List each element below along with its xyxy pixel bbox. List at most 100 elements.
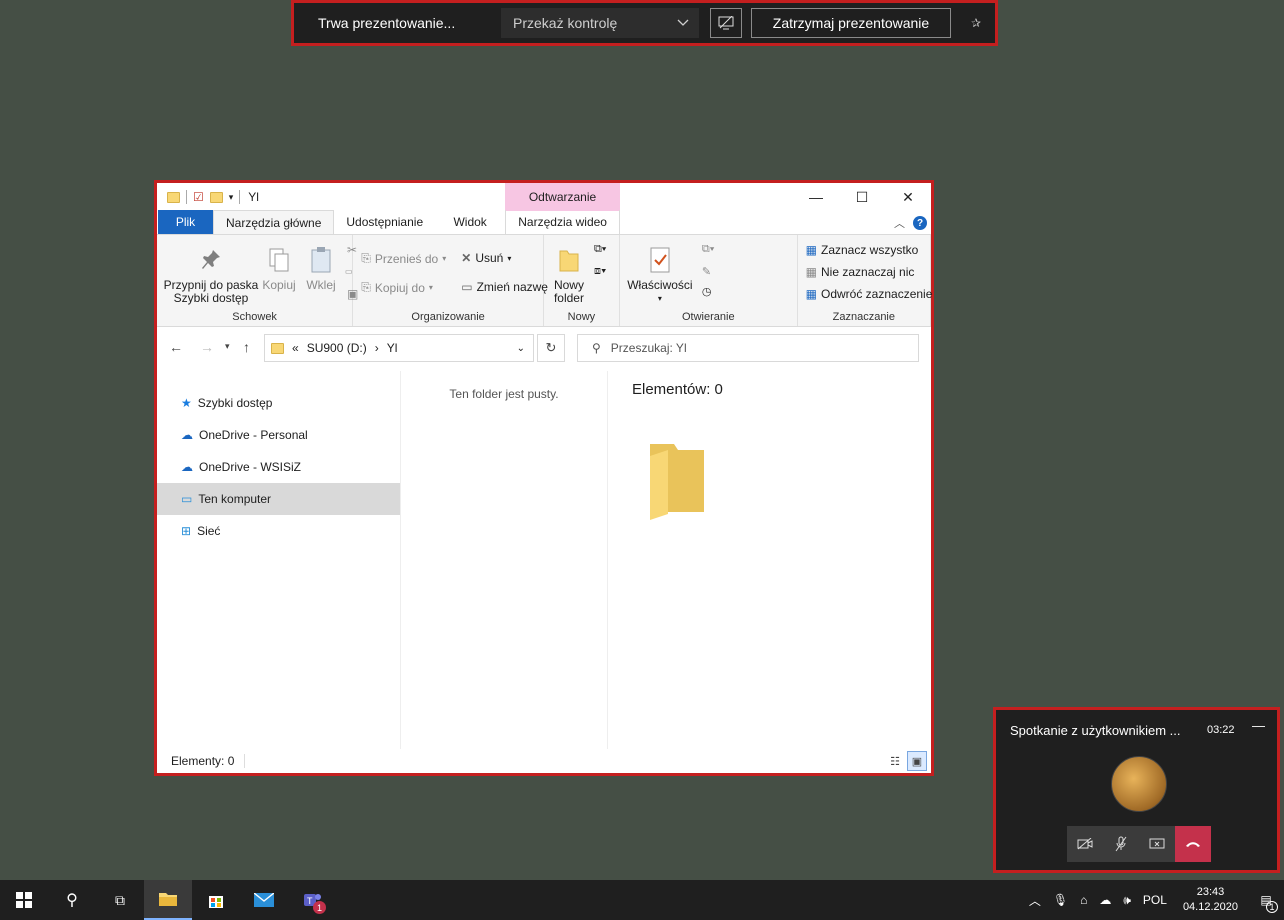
forward-arrow-icon[interactable]: →: [200, 339, 214, 355]
stop-share-icon[interactable]: [1139, 826, 1175, 862]
group-label: Nowy: [567, 311, 596, 323]
recent-locations-icon[interactable]: ▾: [225, 341, 230, 352]
new-item-icon[interactable]: ⧉▾: [594, 243, 606, 256]
copy-path-icon[interactable]: ▭: [345, 267, 353, 276]
tab-file[interactable]: Plik: [158, 210, 213, 234]
pin-icon[interactable]: ✰: [971, 16, 981, 30]
network-icon: ⊞: [181, 524, 192, 538]
invert-selection-button[interactable]: ▦ Odwróć zaznaczenie: [806, 287, 933, 301]
presenting-status: Trwa prezentowanie...: [318, 15, 456, 31]
tab-view[interactable]: Widok: [435, 210, 505, 234]
up-arrow-icon[interactable]: ↑: [243, 339, 250, 355]
teams-taskbar-button[interactable]: T 1: [288, 880, 336, 920]
search-button[interactable]: ⚲: [48, 880, 96, 920]
mic-off-icon[interactable]: [1103, 826, 1139, 862]
store-taskbar-button[interactable]: [192, 880, 240, 920]
pin-quick-access-button[interactable]: Przypnij do paska Szybki dostęp: [163, 245, 259, 305]
tab-share[interactable]: Udostępnianie: [334, 210, 435, 234]
chevron-up-icon[interactable]: ︿: [1029, 892, 1041, 909]
refresh-button[interactable]: ↻: [537, 334, 565, 362]
phone-hangup-icon: [1186, 842, 1200, 847]
notification-badge: 1: [313, 901, 326, 914]
speaker-icon[interactable]: 🕪︎: [1123, 893, 1131, 908]
paste-button[interactable]: Wklej: [303, 245, 339, 292]
delete-button[interactable]: ✕ Usuń ▾: [461, 251, 511, 265]
address-bar[interactable]: « SU900 (D:) › Yl ⌄: [264, 334, 534, 362]
search-input[interactable]: ⚲ Przeszukaj: Yl: [577, 334, 919, 362]
properties-check-icon[interactable]: ☑: [193, 190, 204, 204]
nav-item-onedrive-personal[interactable]: ☁ OneDrive - Personal: [157, 419, 400, 451]
rename-icon: ▭: [461, 280, 473, 294]
help-icon[interactable]: ?: [913, 216, 927, 230]
meeting-mini-window: Spotkanie z użytkownikiem ... 03:22 —: [993, 707, 1280, 873]
nav-item-quick-access[interactable]: ★ Szybki dostęp: [157, 387, 400, 419]
nav-item-onedrive-wsisiz[interactable]: ☁ OneDrive - WSISiZ: [157, 451, 400, 483]
folder-icon: [650, 444, 704, 520]
microphone-icon[interactable]: 🎙︎: [1053, 893, 1068, 907]
select-none-icon: ▦: [805, 265, 817, 279]
maximize-button[interactable]: ☐: [839, 183, 885, 211]
cloud-icon[interactable]: ☁: [1099, 893, 1111, 907]
preview-pane: Elementów: 0: [608, 371, 931, 749]
breadcrumb-folder[interactable]: Yl: [387, 341, 398, 355]
stop-sharing-screen-button[interactable]: [710, 8, 742, 38]
give-control-dropdown[interactable]: Przekaż kontrolę: [501, 8, 699, 38]
task-view-button[interactable]: ⧉: [96, 880, 144, 920]
new-folder-icon[interactable]: [209, 191, 223, 203]
folder-icon: [271, 342, 284, 354]
stop-presenting-button[interactable]: Zatrzymaj prezentowanie: [751, 8, 951, 38]
details-view-icon[interactable]: ☷: [885, 751, 905, 771]
language-indicator[interactable]: POL: [1143, 893, 1167, 907]
group-clipboard: Przypnij do paska Szybki dostęp Kopiuj W…: [157, 235, 358, 326]
give-control-label: Przekaż kontrolę: [513, 15, 618, 31]
group-label: Zaznaczanie: [832, 311, 895, 323]
network-icon[interactable]: ⌂: [1080, 893, 1087, 907]
copy-to-button[interactable]: ⎘ Kopiuj do ▾: [361, 280, 433, 295]
start-button[interactable]: [0, 880, 48, 920]
group-label: Organizowanie: [411, 311, 485, 323]
tab-home[interactable]: Narzędzia główne: [213, 210, 335, 234]
move-to-button[interactable]: ⎘ Przenieś do ▾: [361, 251, 446, 266]
open-icon[interactable]: ⧉▾: [702, 243, 714, 256]
rename-button[interactable]: ▭ Zmień nazwę: [461, 280, 548, 294]
new-folder-button[interactable]: Nowy folder: [550, 245, 588, 305]
camera-off-icon[interactable]: [1067, 826, 1103, 862]
copy-to-icon: ⎘: [361, 280, 371, 294]
svg-text:T: T: [307, 896, 313, 906]
nav-item-this-pc[interactable]: ▭ Ten komputer: [157, 483, 400, 515]
collapse-ribbon-icon[interactable]: ︿: [894, 215, 905, 231]
select-all-button[interactable]: ▦ Zaznacz wszystko: [806, 243, 919, 257]
screen-share-off-icon: [718, 16, 734, 30]
clock-time: 23:43: [1196, 886, 1225, 898]
task-view-icon: ⧉: [115, 891, 125, 908]
hang-up-button[interactable]: [1175, 826, 1211, 862]
customize-dropdown-icon[interactable]: ▾: [229, 192, 234, 203]
tab-video-tools[interactable]: Narzędzia wideo: [505, 210, 621, 234]
meeting-timer: 03:22: [1207, 724, 1235, 736]
minimize-button[interactable]: —: [1252, 718, 1265, 733]
easy-access-icon[interactable]: ⧈▾: [594, 265, 606, 278]
search-icon: ⚲: [592, 341, 601, 355]
content-area: ★ Szybki dostęp ☁ OneDrive - Personal ☁ One…: [157, 371, 931, 749]
mail-taskbar-button[interactable]: [240, 880, 288, 920]
properties-button[interactable]: Właściwości ▾: [627, 245, 693, 305]
search-icon: ⚲: [66, 892, 78, 909]
title-bar: ☑ ▾ Yl Odtwarzanie — ☐ ✕: [157, 183, 931, 211]
action-center-button[interactable]: ▤ 1: [1248, 893, 1284, 913]
large-icons-view-icon[interactable]: ▣: [907, 751, 927, 771]
history-icon[interactable]: ◷: [702, 285, 712, 298]
nav-item-network[interactable]: ⊞ Sieć: [157, 515, 400, 547]
edit-icon[interactable]: ✎: [702, 265, 711, 278]
clock[interactable]: 23:43 04.12.2020: [1183, 885, 1238, 915]
chevron-down-icon[interactable]: ⌄: [517, 343, 525, 354]
copy-button[interactable]: Kopiuj: [259, 245, 299, 292]
file-explorer-taskbar-button[interactable]: [144, 880, 192, 920]
select-none-button[interactable]: ▦ Nie zaznaczaj nic: [806, 265, 915, 279]
back-arrow-icon[interactable]: ←: [169, 339, 183, 355]
group-label: Otwieranie: [681, 311, 735, 323]
close-button[interactable]: ✕: [885, 183, 931, 211]
windows-icon: [16, 892, 32, 908]
breadcrumb-drive[interactable]: SU900 (D:): [307, 341, 367, 355]
group-label: Schowek: [232, 311, 277, 323]
minimize-button[interactable]: —: [793, 183, 839, 211]
